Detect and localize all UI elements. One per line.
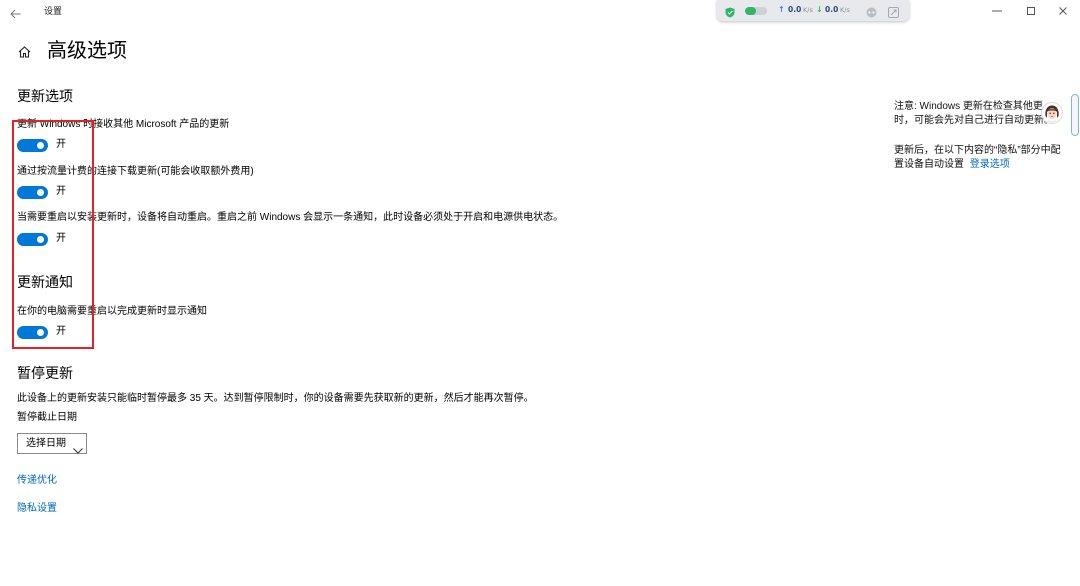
upload-speed-unit: K/s: [803, 6, 813, 14]
pause-date-label: 暂停截止日期: [17, 412, 77, 423]
upload-speed-value: 0.0: [788, 5, 802, 14]
option-label-restart-notification: 在你的电脑需要重启以完成更新时显示通知: [17, 306, 207, 317]
minimize-button[interactable]: [991, 6, 1003, 16]
home-icon: [18, 46, 31, 58]
back-button[interactable]: [10, 6, 23, 19]
boost-toggle[interactable]: [745, 7, 767, 15]
section-heading-pause-updates: 暂停更新: [17, 365, 73, 381]
toggle-microsoft-products[interactable]: [17, 139, 48, 152]
pause-date-select[interactable]: 选择日期: [17, 433, 87, 454]
toggle-metered-download[interactable]: [17, 186, 48, 199]
side-note-1-line-2: 时，可能会先对自己进行自动更新。: [894, 115, 1054, 126]
minimize-icon: [992, 10, 1002, 12]
shield-icon[interactable]: [725, 5, 735, 23]
pause-date-select-value: 选择日期: [26, 438, 66, 449]
gamepad-icon[interactable]: [866, 5, 877, 23]
back-arrow-icon: [10, 9, 21, 19]
page-title: 高级选项: [47, 40, 127, 62]
resize-icon[interactable]: [888, 5, 899, 23]
sign-in-options-link[interactable]: 登录选项: [970, 159, 1010, 170]
toggle-state-label: 开: [56, 326, 66, 337]
option-label-metered-download: 通过按流量计费的连接下载更新(可能会收取额外费用): [17, 166, 254, 177]
side-note-1-line-1: 注意: Windows 更新在检查其他更: [894, 101, 1043, 112]
upload-arrow-icon: ↑: [778, 5, 785, 14]
section-heading-update-options: 更新选项: [17, 88, 73, 104]
avatar-icon[interactable]: [1041, 102, 1063, 124]
option-label-microsoft-products: 更新 Windows 时接收其他 Microsoft 产品的更新: [17, 119, 230, 130]
pause-description: 此设备上的更新安装只能临时暂停最多 35 天。达到暂停限制时，你的设备需要先获取…: [17, 393, 534, 404]
download-speed-unit: K/s: [840, 6, 850, 14]
toggle-state-label: 开: [56, 233, 66, 244]
close-icon: [1059, 7, 1067, 15]
toggle-restart-notification[interactable]: [17, 326, 48, 339]
close-button[interactable]: [1057, 6, 1069, 16]
option-label-auto-restart: 当需要重启以安装更新时，设备将自动重启。重启之前 Windows 会显示一条通知…: [17, 212, 564, 223]
section-heading-update-notifications: 更新通知: [17, 274, 73, 290]
maximize-icon: [1027, 7, 1035, 15]
side-note-2-line-2: 置设备自动设置 登录选项: [894, 158, 1010, 172]
download-speed-value: 0.0: [825, 5, 839, 14]
maximize-button[interactable]: [1025, 6, 1037, 16]
home-button[interactable]: [18, 45, 31, 58]
chevron-down-icon: [73, 441, 83, 459]
side-note-2-text: 置设备自动设置: [894, 159, 964, 170]
side-note-2-line-1: 更新后，在以下内容的“隐私”部分中配: [894, 145, 1061, 156]
toggle-state-label: 开: [56, 186, 66, 197]
scrollbar-thumb[interactable]: [1071, 94, 1079, 136]
toggle-state-label: 开: [56, 139, 66, 150]
delivery-optimization-link[interactable]: 传递优化: [17, 474, 57, 488]
download-arrow-icon: ↓: [816, 5, 823, 14]
network-monitor-widget[interactable]: ↑ 0.0 K/s ↓ 0.0 K/s: [717, 0, 909, 21]
toggle-auto-restart[interactable]: [17, 233, 48, 246]
privacy-settings-link[interactable]: 隐私设置: [17, 502, 57, 516]
window-title: 设置: [44, 6, 63, 16]
